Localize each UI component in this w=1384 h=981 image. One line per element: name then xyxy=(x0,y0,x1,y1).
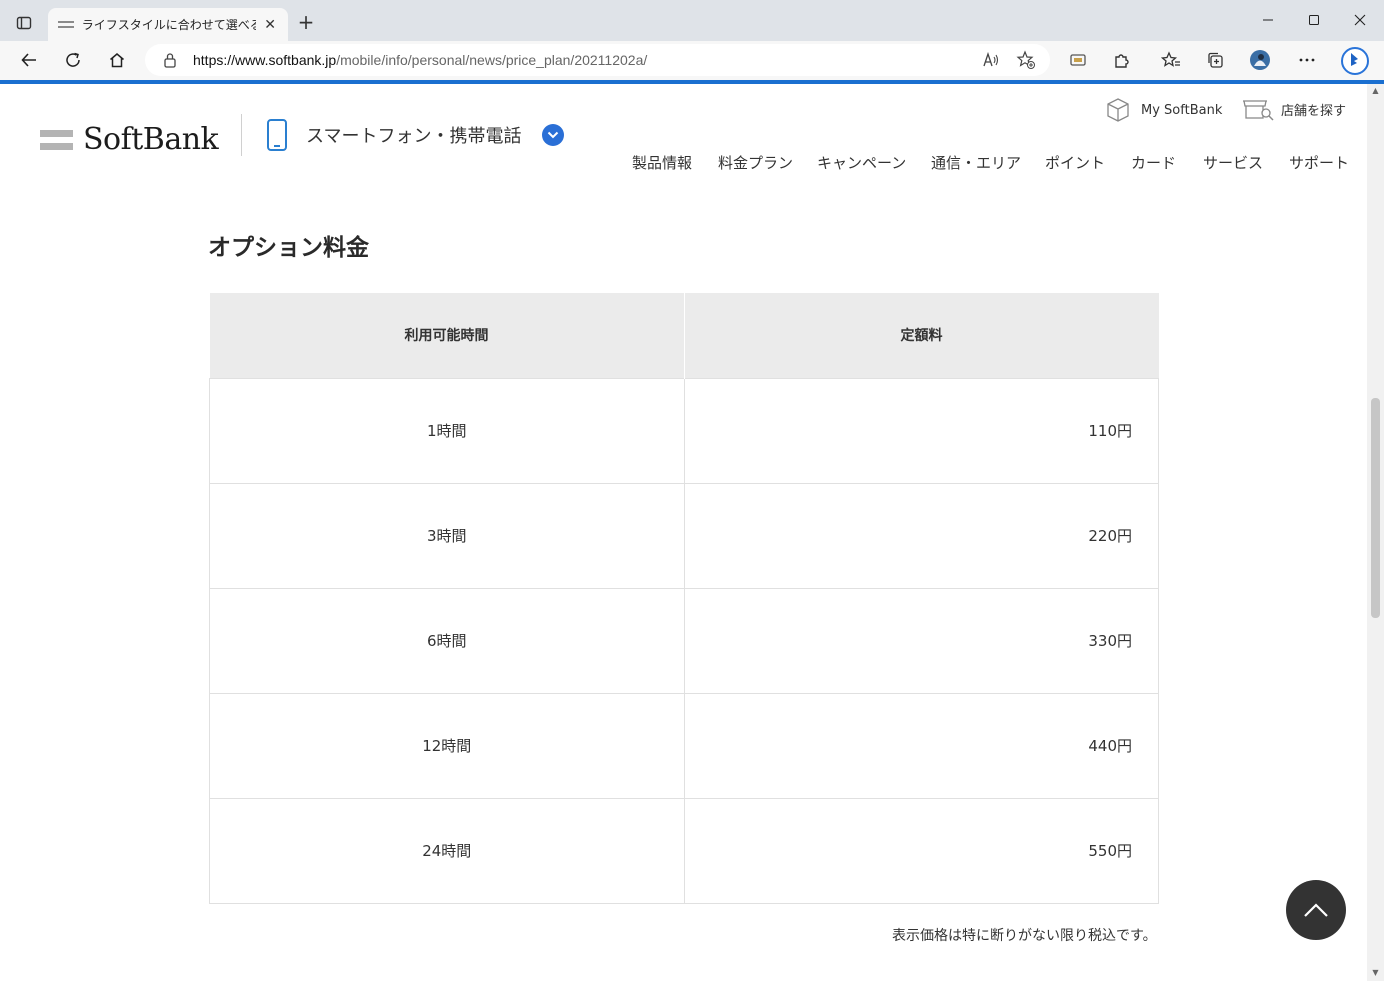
cube-icon xyxy=(1105,97,1131,123)
maximize-icon[interactable] xyxy=(1304,10,1324,30)
cell-time: 12時間 xyxy=(209,692,685,799)
tab-close-icon[interactable]: ✕ xyxy=(262,17,278,33)
table-row: 24時間 550円 xyxy=(209,797,1159,904)
address-bar[interactable]: https://www.softbank.jp/mobile/info/pers… xyxy=(145,44,1050,76)
browser-titlebar: ライフスタイルに合わせて選べる「時間 ✕ + xyxy=(0,0,1384,41)
nav-network-area[interactable]: 通信・エリア xyxy=(931,152,1021,173)
nav-services[interactable]: サービス xyxy=(1203,152,1263,173)
page-scrollbar[interactable]: ▲ ▼ xyxy=(1367,84,1384,981)
header-divider xyxy=(241,114,242,156)
cell-time: 6時間 xyxy=(209,587,685,694)
nav-price-plans[interactable]: 料金プラン xyxy=(718,152,793,173)
cell-fee: 440円 xyxy=(683,692,1159,799)
store-search-icon xyxy=(1241,97,1275,121)
refresh-icon[interactable] xyxy=(62,49,84,71)
option-price-table: 利用可能時間 定額料 1時間 110円 3時間 220円 6時間 330円 12… xyxy=(209,293,1159,904)
web-page: SoftBank スマートフォン・携帯電話 My SoftBank 店舗を探す … xyxy=(0,84,1367,981)
nav-support[interactable]: サポート xyxy=(1289,152,1349,173)
tab-title: ライフスタイルに合わせて選べる「時間 xyxy=(81,18,257,32)
home-icon[interactable] xyxy=(106,49,128,71)
cell-fee: 220円 xyxy=(683,482,1159,589)
tab-actions-icon[interactable] xyxy=(14,13,34,33)
cell-time: 24時間 xyxy=(209,797,685,904)
browser-toolbar: https://www.softbank.jp/mobile/info/pers… xyxy=(0,41,1384,80)
add-favorite-icon[interactable] xyxy=(1016,50,1036,70)
read-aloud-icon[interactable] xyxy=(981,50,1001,70)
table-row: 3時間 220円 xyxy=(209,482,1159,589)
close-window-icon[interactable] xyxy=(1350,10,1370,30)
scroll-down-arrow-icon[interactable]: ▼ xyxy=(1371,968,1380,977)
extensions-icon[interactable] xyxy=(1111,49,1133,71)
nav-points[interactable]: ポイント xyxy=(1045,152,1105,173)
store-search-link[interactable]: 店舗を探す xyxy=(1241,97,1346,121)
app-available-icon[interactable] xyxy=(1067,49,1089,71)
category-chevron-down-icon[interactable] xyxy=(542,124,564,146)
smartphone-icon xyxy=(266,118,288,152)
category-label[interactable]: スマートフォン・携帯電話 xyxy=(306,122,521,148)
softbank-favicon-icon xyxy=(58,17,74,33)
tax-note: 表示価格は特に断りがない限り税込です。 xyxy=(892,928,1157,944)
lock-icon[interactable] xyxy=(163,52,177,68)
chevron-up-icon xyxy=(1304,903,1328,917)
header-fixed-fee: 定額料 xyxy=(684,293,1159,378)
cell-fee: 550円 xyxy=(683,797,1159,904)
nav-card[interactable]: カード xyxy=(1131,152,1176,173)
header-available-time: 利用可能時間 xyxy=(209,293,685,378)
table-row: 12時間 440円 xyxy=(209,692,1159,799)
my-softbank-link[interactable]: My SoftBank xyxy=(1105,97,1222,123)
table-row: 1時間 110円 xyxy=(209,377,1159,484)
softbank-logo[interactable]: SoftBank xyxy=(40,122,219,157)
more-options-icon[interactable] xyxy=(1296,49,1318,71)
back-to-top-button[interactable] xyxy=(1286,880,1346,940)
cell-time: 1時間 xyxy=(209,377,685,484)
nav-campaigns[interactable]: キャンペーン xyxy=(817,152,906,173)
scroll-up-arrow-icon[interactable]: ▲ xyxy=(1371,86,1380,95)
back-icon[interactable] xyxy=(18,49,40,71)
cell-fee: 110円 xyxy=(683,377,1159,484)
url-path: /mobile/info/personal/news/price_plan/20… xyxy=(336,52,648,68)
scroll-thumb[interactable] xyxy=(1371,398,1380,618)
table-header-row: 利用可能時間 定額料 xyxy=(209,293,1159,378)
minimize-icon[interactable] xyxy=(1258,10,1278,30)
store-search-label: 店舗を探す xyxy=(1281,103,1347,119)
browser-tab[interactable]: ライフスタイルに合わせて選べる「時間 ✕ xyxy=(48,8,288,41)
section-title: オプション料金 xyxy=(208,235,369,261)
cell-time: 3時間 xyxy=(209,482,685,589)
url-host: https://www.softbank.jp xyxy=(193,52,337,68)
softbank-logo-mark-icon xyxy=(40,129,73,150)
cell-fee: 330円 xyxy=(683,587,1159,694)
collections-icon[interactable] xyxy=(1204,49,1226,71)
bing-chat-icon[interactable] xyxy=(1340,46,1370,76)
favorites-icon[interactable] xyxy=(1160,49,1182,71)
table-row: 6時間 330円 xyxy=(209,587,1159,694)
nav-products[interactable]: 製品情報 xyxy=(632,152,692,173)
new-tab-icon[interactable]: + xyxy=(296,12,316,32)
profile-avatar[interactable] xyxy=(1249,49,1271,71)
logo-text: SoftBank xyxy=(83,122,219,157)
url-text[interactable]: https://www.softbank.jp/mobile/info/pers… xyxy=(193,52,647,68)
my-softbank-label: My SoftBank xyxy=(1141,102,1223,118)
